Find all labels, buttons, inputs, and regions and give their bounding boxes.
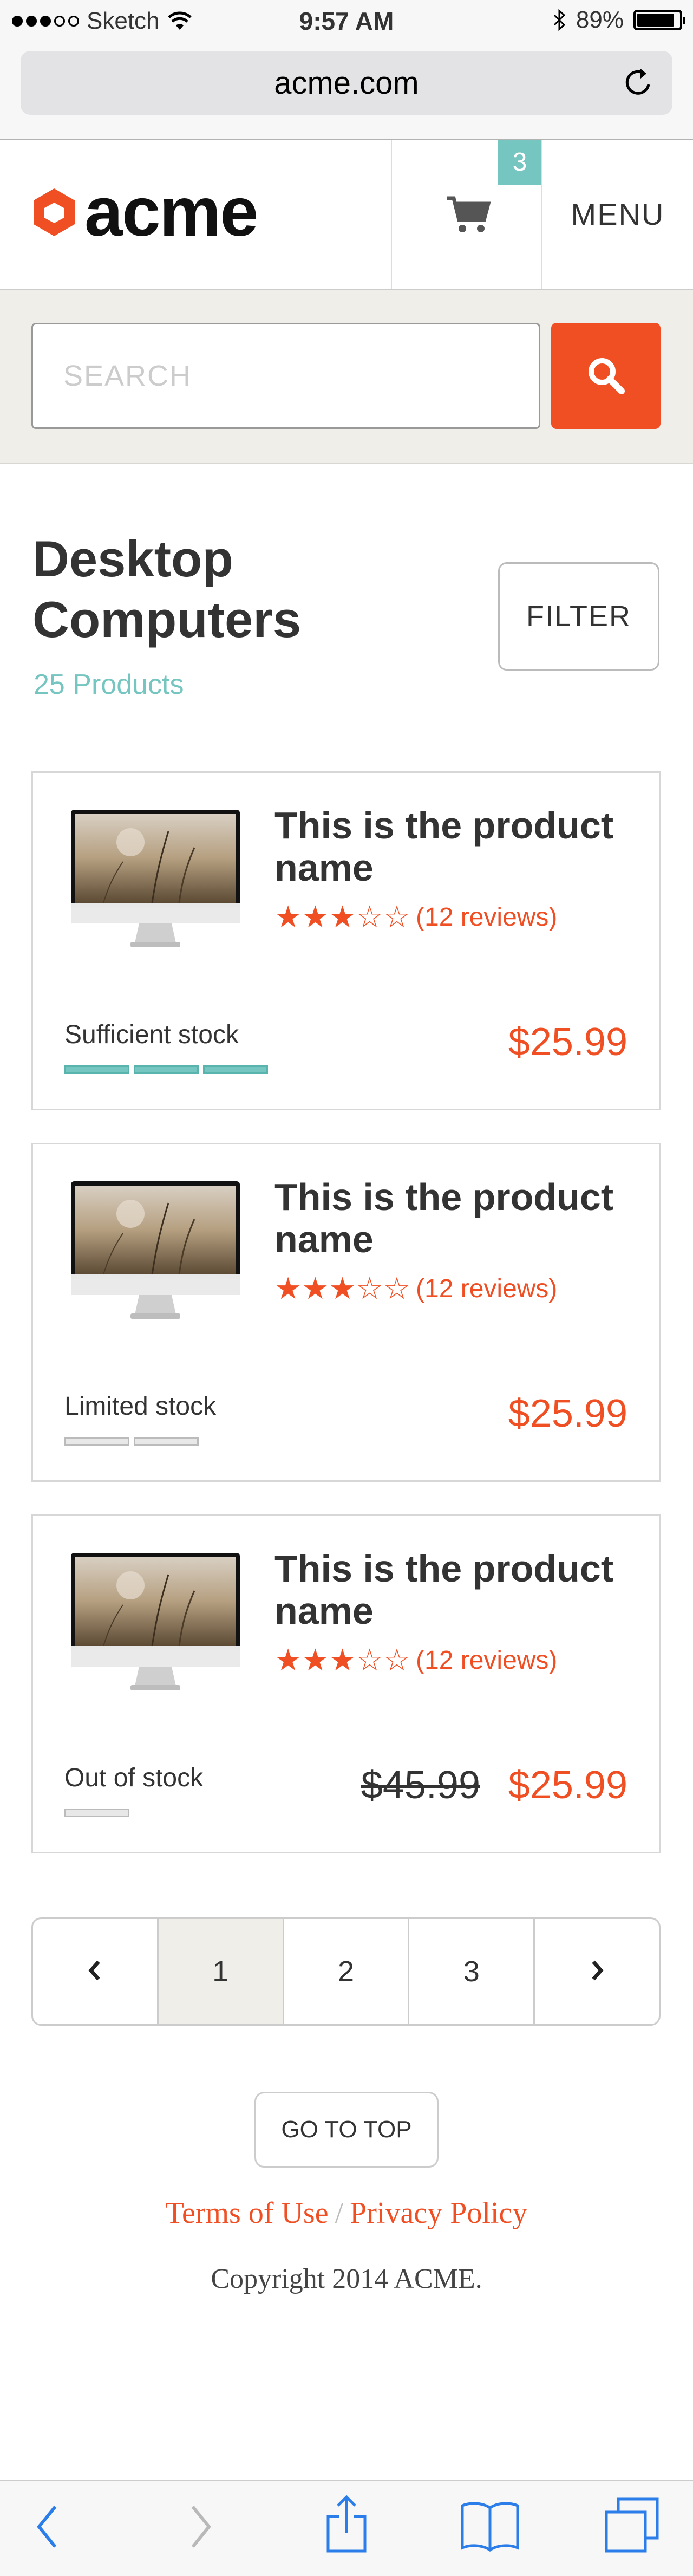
product-price: $25.99 [508, 1764, 627, 1807]
product-name-line-1: This is the product [274, 1176, 614, 1218]
status-right: 89% [552, 6, 685, 34]
terms-link[interactable]: Terms of Use [166, 2196, 329, 2230]
battery-percent: 89% [576, 6, 624, 33]
cart-button[interactable]: 3 [391, 140, 542, 289]
star-empty-icon: ☆ [356, 1271, 383, 1305]
page-title: Desktop Computers [32, 529, 301, 650]
logo-wordmark: acme [84, 173, 258, 251]
search-bar [0, 290, 693, 464]
browser-toolbar [0, 2480, 693, 2576]
old-price: $45.99 [361, 1764, 480, 1807]
reviews-link[interactable]: (12 reviews) [416, 1274, 557, 1304]
footer-links: Terms of Use / Privacy Policy [0, 2196, 693, 2230]
product-name[interactable]: This is the product name [274, 804, 643, 889]
star-filled-icon: ★ [274, 900, 302, 934]
product-rating: ★ ★ ★ ☆ ☆ (12 reviews) [274, 1644, 557, 1676]
product-name-line-1: This is the product [274, 1547, 614, 1590]
tabs-icon[interactable] [604, 2497, 659, 2553]
stock-status: Out of stock [64, 1764, 204, 1792]
copyright: Copyright 2014 ACME. [211, 2263, 482, 2294]
star-filled-icon: ★ [274, 1643, 302, 1677]
star-filled-icon: ★ [329, 900, 356, 934]
product-name-line-1: This is the product [274, 804, 614, 847]
star-filled-icon: ★ [274, 1271, 302, 1305]
reviews-link[interactable]: (12 reviews) [416, 1645, 557, 1675]
title-line-2: Computers [32, 591, 302, 648]
product-name-line-2: name [274, 1590, 374, 1632]
cart-count-badge: 3 [498, 140, 541, 185]
stock-bar [64, 1809, 129, 1817]
stock-bar [203, 1065, 268, 1074]
product-rating: ★ ★ ★ ☆ ☆ (12 reviews) [274, 901, 557, 933]
stock-indicator [64, 1809, 129, 1817]
product-image [71, 1181, 240, 1319]
filter-button[interactable]: FILTER [498, 562, 659, 671]
star-empty-icon: ☆ [383, 900, 411, 934]
product-card[interactable]: This is the product name ★ ★ ★ ☆ ☆ (12 reviews)… [31, 1143, 661, 1482]
reviews-link[interactable]: (12 reviews) [416, 902, 557, 932]
prev-page-button[interactable] [33, 1919, 157, 2024]
bluetooth-icon [553, 9, 566, 31]
go-to-top-button[interactable]: GO TO TOP [254, 2092, 439, 2168]
product-name[interactable]: This is the product name [274, 1547, 643, 1632]
next-page-button[interactable] [533, 1919, 659, 2024]
forward-icon[interactable] [187, 2502, 214, 2551]
menu-button[interactable]: MENU [542, 140, 693, 289]
product-card[interactable]: This is the product name ★ ★ ★ ☆ ☆ (12 reviews)… [31, 1514, 661, 1853]
privacy-link[interactable]: Privacy Policy [350, 2196, 527, 2230]
address-bar[interactable]: acme.com [21, 51, 672, 115]
product-name-line-2: name [274, 847, 374, 889]
chevron-left-icon [88, 1960, 101, 1981]
star-empty-icon: ☆ [356, 1643, 383, 1677]
product-image [71, 810, 240, 947]
browser-chrome: acme.com [0, 45, 693, 140]
share-icon[interactable] [324, 2495, 369, 2554]
star-filled-icon: ★ [329, 1271, 356, 1305]
star-filled-icon: ★ [302, 1643, 329, 1677]
acme-logo[interactable]: acme [31, 173, 258, 251]
stock-indicator [64, 1437, 199, 1446]
stock-status: Limited stock [64, 1392, 217, 1421]
star-filled-icon: ★ [302, 900, 329, 934]
bookmarks-icon[interactable] [460, 2500, 520, 2552]
star-empty-icon: ☆ [383, 1643, 411, 1677]
stock-indicator [64, 1065, 268, 1074]
logo-hexagon-icon [34, 188, 75, 236]
battery-level [637, 14, 674, 27]
product-image [71, 1553, 240, 1690]
product-name-line-2: name [274, 1218, 374, 1260]
product-count: 25 Products [34, 669, 184, 700]
pagination: 1 2 3 [31, 1917, 661, 2026]
search-input[interactable] [31, 323, 540, 429]
stock-bar [134, 1065, 199, 1074]
chevron-right-icon [591, 1960, 604, 1981]
status-bar: Sketch 9:57 AM 89% [0, 0, 693, 45]
star-empty-icon: ☆ [356, 900, 383, 934]
product-price: $25.99 [508, 1392, 627, 1435]
page-3-button[interactable]: 3 [408, 1919, 533, 2024]
star-filled-icon: ★ [329, 1643, 356, 1677]
title-line-1: Desktop [32, 530, 233, 587]
search-button[interactable] [551, 323, 661, 429]
stock-bar [134, 1437, 199, 1446]
stock-bar [64, 1437, 129, 1446]
product-rating: ★ ★ ★ ☆ ☆ (12 reviews) [274, 1272, 557, 1305]
star-empty-icon: ☆ [383, 1271, 411, 1305]
search-icon [589, 358, 625, 394]
cart-icon [447, 196, 491, 232]
star-filled-icon: ★ [302, 1271, 329, 1305]
site-header: acme 3 MENU [0, 140, 693, 290]
reload-icon[interactable] [623, 65, 655, 100]
back-icon[interactable] [34, 2502, 61, 2551]
battery-icon [633, 10, 685, 30]
stock-status: Sufficient stock [64, 1020, 239, 1049]
product-card[interactable]: This is the product name ★ ★ ★ ☆ ☆ (12 reviews)… [31, 771, 661, 1110]
stock-bar [64, 1065, 129, 1074]
link-separator: / [335, 2196, 344, 2230]
product-price: $25.99 [508, 1020, 627, 1064]
page-1-button[interactable]: 1 [156, 1919, 283, 2024]
product-name[interactable]: This is the product name [274, 1176, 643, 1260]
page-2-button[interactable]: 2 [282, 1919, 408, 2024]
address-text: acme.com [274, 66, 419, 101]
